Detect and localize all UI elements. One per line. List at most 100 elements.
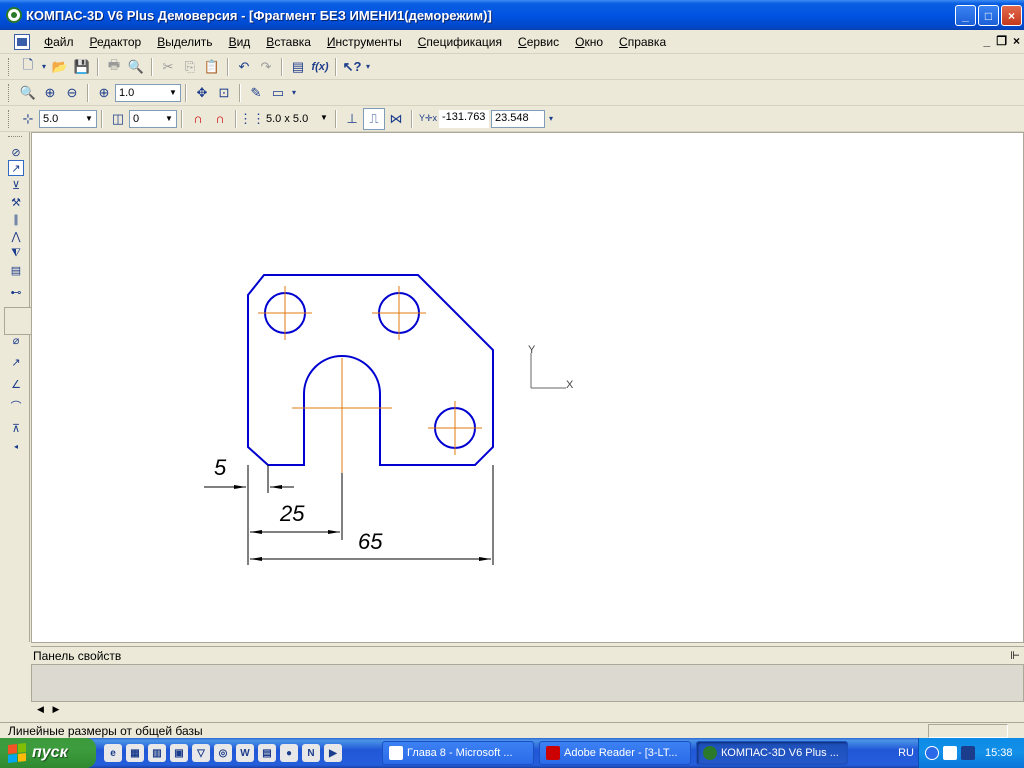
- print-icon[interactable]: 🖶: [103, 56, 125, 78]
- close-button[interactable]: ×: [1001, 5, 1022, 26]
- media-icon[interactable]: ●: [280, 744, 298, 762]
- reader-icon[interactable]: N: [302, 744, 320, 762]
- menu-select[interactable]: Выделить: [149, 35, 220, 49]
- menu-service[interactable]: Сервис: [510, 35, 567, 49]
- select-icon[interactable]: ⧨: [8, 245, 24, 261]
- pan-icon[interactable]: ✥: [191, 82, 213, 104]
- browser-icon[interactable]: e: [104, 744, 122, 762]
- display-dropdown-icon[interactable]: ▾: [289, 82, 299, 104]
- cursor-step-icon[interactable]: ⊹: [17, 108, 39, 130]
- language-indicator[interactable]: RU: [898, 747, 914, 759]
- toolbar-grip[interactable]: [8, 83, 11, 102]
- local-snap-icon[interactable]: ∩: [209, 108, 231, 130]
- tray-app-icon[interactable]: [943, 746, 957, 760]
- grid-icon[interactable]: ⋮⋮: [239, 108, 265, 130]
- chevron-down-icon[interactable]: ▼: [166, 85, 180, 101]
- new-document-icon[interactable]: 🗋: [17, 56, 39, 78]
- tray-app-icon[interactable]: [961, 746, 975, 760]
- document-icon[interactable]: [14, 33, 30, 50]
- coord-y-field[interactable]: 23.548: [491, 109, 545, 128]
- step-combo[interactable]: 5.0 ▼: [39, 109, 97, 128]
- edit-icon[interactable]: ⚒: [8, 194, 24, 210]
- menu-insert[interactable]: Вставка: [258, 35, 319, 49]
- doc-minimize-button[interactable]: _: [984, 34, 991, 48]
- maximize-button[interactable]: □: [978, 5, 999, 26]
- coord-x-field[interactable]: -131.763: [439, 109, 489, 128]
- doc-close-button[interactable]: ×: [1013, 34, 1020, 48]
- print-preview-icon[interactable]: 🔍: [125, 56, 147, 78]
- show-desktop-icon[interactable]: ▦: [126, 744, 144, 762]
- title-bar[interactable]: КОМПАС-3D V6 Plus Демоверсия - [Фрагмент…: [0, 0, 1024, 30]
- measure-icon[interactable]: ⋀: [8, 228, 24, 244]
- grid-combo[interactable]: 5.0 x 5.0 ▼: [263, 110, 331, 128]
- undo-icon[interactable]: ↶: [233, 56, 255, 78]
- toolbar-grip[interactable]: [8, 109, 11, 128]
- height-mark-icon[interactable]: ⊼: [8, 420, 24, 436]
- player-icon[interactable]: ▶: [324, 744, 342, 762]
- autodimension-icon[interactable]: ⊷: [8, 284, 24, 300]
- menu-specification[interactable]: Спецификация: [410, 35, 510, 49]
- toolbar-grip[interactable]: [8, 136, 22, 139]
- clock[interactable]: 15:38: [985, 747, 1013, 759]
- angular-dimension-icon[interactable]: ∠: [8, 376, 24, 392]
- dimension-label-5[interactable]: 5: [214, 455, 227, 480]
- chevron-down-icon[interactable]: ▼: [317, 110, 331, 126]
- radial-dimension-icon[interactable]: ↗: [8, 354, 24, 370]
- function-fx-icon[interactable]: f(x): [309, 56, 331, 78]
- filter-icon[interactable]: ▽: [192, 744, 210, 762]
- taskbar-item-kompas[interactable]: КОМПАС-3D V6 Plus ...: [696, 741, 848, 765]
- layer-combo[interactable]: 0 ▼: [129, 109, 177, 128]
- taskbar-item-word[interactable]: Глава 8 - Microsoft ...: [382, 741, 534, 765]
- help-dropdown-icon[interactable]: ▾: [363, 56, 373, 78]
- start-button[interactable]: пуск: [0, 738, 96, 768]
- save-icon[interactable]: 💾: [71, 56, 93, 78]
- dimension-label-65[interactable]: 65: [358, 529, 383, 554]
- menu-editor[interactable]: Редактор: [82, 35, 150, 49]
- kompas-app-icon[interactable]: [6, 7, 22, 23]
- new-dropdown-icon[interactable]: ▾: [39, 56, 49, 78]
- layer-icon[interactable]: ◫: [107, 108, 129, 130]
- help-pointer-icon[interactable]: ↖?: [341, 56, 363, 78]
- menu-tools[interactable]: Инструменты: [319, 35, 410, 49]
- parametric-mode-icon[interactable]: ⋈: [385, 108, 407, 130]
- snap-magnet-icon[interactable]: ∩: [187, 108, 209, 130]
- local-cs-icon[interactable]: ⊥: [341, 108, 363, 130]
- show-all-icon[interactable]: ⊡: [213, 82, 235, 104]
- specification-icon[interactable]: ▤: [8, 262, 24, 278]
- tray-expand-icon[interactable]: [925, 746, 939, 760]
- scroll-right-icon[interactable]: ▶: [52, 704, 59, 714]
- symbols-icon[interactable]: ⊻: [8, 177, 24, 193]
- network-icon[interactable]: ◎: [214, 744, 232, 762]
- word-icon[interactable]: W: [236, 744, 254, 762]
- scroll-left-icon[interactable]: ◀: [37, 704, 44, 714]
- zoom-scale-icon[interactable]: ⊕: [93, 82, 115, 104]
- zoom-in-icon[interactable]: ⊕: [39, 82, 61, 104]
- coords-dropdown-icon[interactable]: ▾: [545, 108, 557, 130]
- scroll-left-icon[interactable]: ◂: [8, 438, 24, 454]
- display-mode-icon[interactable]: ▭: [267, 82, 289, 104]
- geometry-icon[interactable]: ⊘: [8, 144, 24, 160]
- open-icon[interactable]: 📂: [49, 56, 71, 78]
- zoom-out-icon[interactable]: ⊖: [61, 82, 83, 104]
- drawing-canvas[interactable]: 5 25 65 Y X: [31, 132, 1024, 643]
- pin-icon[interactable]: ⊩: [1010, 649, 1020, 662]
- calendar-icon[interactable]: ▤: [258, 744, 276, 762]
- parametrization-icon[interactable]: ∥: [8, 211, 24, 227]
- copy-icon[interactable]: ⎘: [179, 56, 201, 78]
- menu-window[interactable]: Окно: [567, 35, 611, 49]
- chevron-down-icon[interactable]: ▼: [82, 111, 96, 127]
- refresh-icon[interactable]: ✎: [245, 82, 267, 104]
- dimensions-icon[interactable]: ↗: [8, 160, 24, 176]
- zoom-window-icon[interactable]: 🔍: [17, 82, 39, 104]
- menu-file[interactable]: Файл: [36, 35, 82, 49]
- ortho-mode-icon[interactable]: ⎍: [363, 107, 385, 130]
- paste-icon[interactable]: 📋: [201, 56, 223, 78]
- minimize-button[interactable]: _: [955, 5, 976, 26]
- dimension-label-25[interactable]: 25: [279, 501, 305, 526]
- cut-icon[interactable]: ✂: [157, 56, 179, 78]
- toolbar-grip[interactable]: [8, 57, 11, 76]
- variables-icon[interactable]: ▤: [287, 56, 309, 78]
- chevron-down-icon[interactable]: ▼: [162, 111, 176, 127]
- taskbar-item-reader[interactable]: Adobe Reader - [3-LT...: [539, 741, 691, 765]
- zoom-combo[interactable]: 1.0 ▼: [115, 83, 181, 102]
